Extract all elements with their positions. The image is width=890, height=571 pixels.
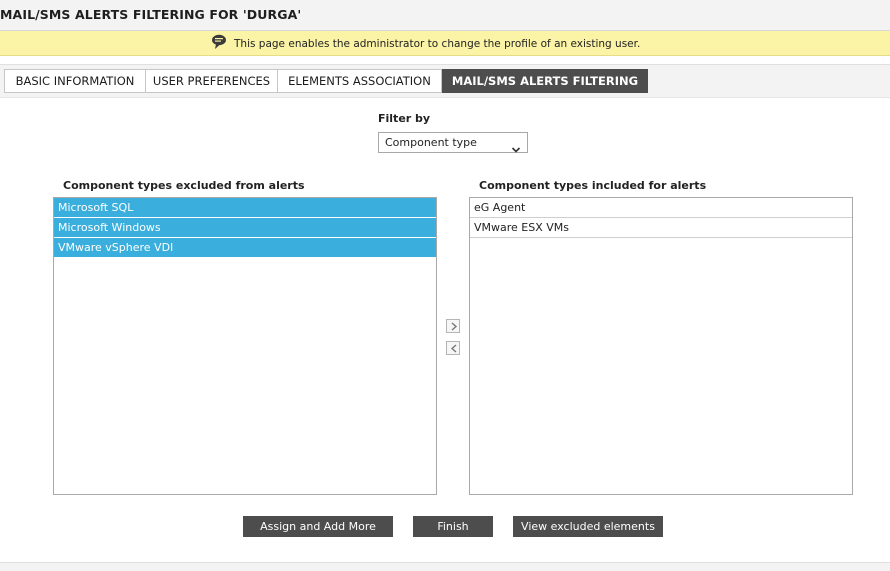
filter-by-select[interactable]: Component type — [378, 132, 528, 153]
excluded-list[interactable]: Microsoft SQL Microsoft Windows VMware v… — [53, 197, 437, 495]
page-title: MAIL/SMS ALERTS FILTERING FOR 'DURGA' — [0, 7, 302, 22]
speech-bubble-icon — [211, 34, 229, 50]
finish-button[interactable]: Finish — [413, 516, 493, 537]
chevron-right-icon — [451, 322, 458, 331]
included-list-heading: Component types included for alerts — [479, 179, 707, 192]
tab-bar: BASIC INFORMATION USER PREFERENCES ELEME… — [0, 64, 890, 98]
move-right-button[interactable] — [446, 319, 460, 333]
chevron-left-icon — [450, 344, 457, 353]
info-banner: This page enables the administrator to c… — [0, 31, 890, 56]
tab-elements-association[interactable]: ELEMENTS ASSOCIATION — [277, 69, 442, 93]
move-left-button[interactable] — [446, 341, 460, 355]
list-item[interactable]: VMware vSphere VDI — [54, 238, 436, 258]
tab-basic-information[interactable]: BASIC INFORMATION — [4, 69, 146, 93]
list-item[interactable]: Microsoft SQL — [54, 198, 436, 218]
filter-selected-value: Component type — [385, 136, 477, 149]
info-message: This page enables the administrator to c… — [234, 38, 641, 50]
list-item[interactable]: eG Agent — [470, 198, 852, 218]
tab-mail-sms-alerts-filtering[interactable]: MAIL/SMS ALERTS FILTERING — [442, 69, 648, 93]
list-item[interactable]: VMware ESX VMs — [470, 218, 852, 238]
list-item[interactable]: Microsoft Windows — [54, 218, 436, 238]
filter-by-label: Filter by — [378, 112, 431, 125]
assign-and-add-more-button[interactable]: Assign and Add More — [243, 516, 393, 537]
included-list[interactable]: eG Agent VMware ESX VMs — [469, 197, 853, 495]
chevron-down-icon — [511, 139, 521, 153]
view-excluded-elements-button[interactable]: View excluded elements — [513, 516, 663, 537]
page-header: MAIL/SMS ALERTS FILTERING FOR 'DURGA' — [0, 0, 890, 31]
excluded-list-heading: Component types excluded from alerts — [63, 179, 305, 192]
tab-user-preferences[interactable]: USER PREFERENCES — [145, 69, 278, 93]
